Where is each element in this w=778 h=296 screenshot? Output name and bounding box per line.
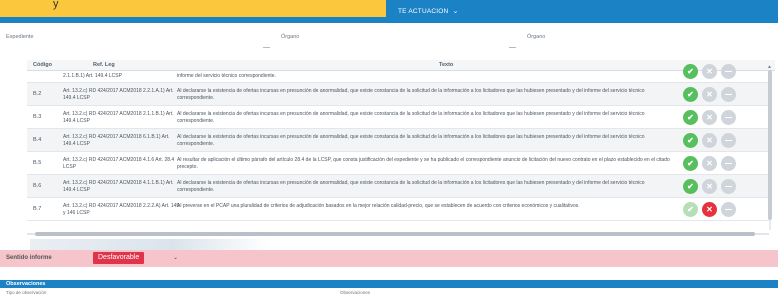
row-code: B.2 <box>33 91 42 97</box>
horizontal-scrollbar[interactable] <box>27 232 769 236</box>
close-icon[interactable]: ✕ <box>702 64 717 79</box>
close-icon[interactable]: ✕ <box>702 156 717 171</box>
row-code: B.4 <box>33 137 42 143</box>
table-header: Código Ref. Leg Texto <box>27 60 775 71</box>
row-ref-leg: Art. 13.2.c) RD 424/2017 ACM2018 4.1.6 A… <box>63 157 175 170</box>
vertical-scrollbar[interactable]: ▲ <box>767 64 773 230</box>
table-row: B.6 Art. 13.2.c) RD 424/2017 ACM2018 4.1.… <box>27 175 769 198</box>
table-row: 2.1.1.B.1) Art. 149.4 LCSP informe del se… <box>27 64 769 83</box>
close-icon[interactable]: ✕ <box>702 87 717 102</box>
row-ref-leg: Art. 13.2.c) RD 424/2017 ACM2018 2.2.1.A… <box>63 88 174 101</box>
row-ref-leg: Art. 13.2.c) RD 424/2017 ACM2018 2.2.2.A… <box>63 203 180 216</box>
requirements-table: Código Ref. Leg Texto 2.1.1.B.1) Art. 14… <box>27 60 775 230</box>
header-codigo: Código <box>33 62 52 68</box>
check-icon[interactable]: ✔ <box>683 179 698 194</box>
sentido-label: Sentido informe <box>6 255 52 261</box>
yellow-overlay-banner: y <box>0 0 386 17</box>
row-ref-leg: Art. 13.2.c) RD 424/2017 ACM2018 4.1.1.B… <box>63 180 174 193</box>
check-icon[interactable]: ✔ <box>683 202 698 217</box>
organo-label-1: Órgano <box>281 34 300 40</box>
row-text: Al declararse la existencia de ofertas i… <box>177 111 645 124</box>
actuacion-label: TE ACTUACION <box>398 7 449 15</box>
row-ref-leg: 2.1.1.B.1) Art. 149.4 LCSP <box>63 73 122 79</box>
check-icon[interactable]: ✔ <box>683 87 698 102</box>
expediente-label: Expediente <box>6 34 34 40</box>
organo-value-2[interactable]: — <box>509 44 516 51</box>
chevron-down-icon: ⌄ <box>452 8 459 15</box>
table-row: B.2 Art. 13.2.c) RD 424/2017 ACM2018 2.2.… <box>27 83 769 106</box>
row-actions: ✔ ✕ <box>683 64 736 79</box>
actuacion-dropdown[interactable]: TE ACTUACION ⌄ <box>398 7 459 16</box>
close-icon[interactable]: ✕ <box>702 110 717 125</box>
observaciones-title: Observaciones <box>6 281 46 287</box>
row-actions: ✔ ✕ <box>683 110 736 125</box>
minus-icon[interactable] <box>721 64 736 79</box>
minus-icon[interactable] <box>721 87 736 102</box>
organo-label-2: Órgano <box>527 34 546 40</box>
row-text: informe del servicio técnico correspondi… <box>177 73 276 79</box>
row-code: B.6 <box>33 183 42 189</box>
minus-icon[interactable] <box>721 202 736 217</box>
row-ref-leg: Art. 13.2.c) RD 424/2017 ACM2018 6.1.B.1… <box>63 134 170 147</box>
minus-icon[interactable] <box>721 156 736 171</box>
row-actions: ✔ ✕ <box>683 202 736 217</box>
check-icon[interactable]: ✔ <box>683 156 698 171</box>
check-icon[interactable]: ✔ <box>683 64 698 79</box>
close-icon[interactable]: ✕ <box>702 202 717 217</box>
row-text: Al declararse la existencia de ofertas i… <box>177 180 645 193</box>
sentido-value-badge[interactable]: Desfavorable <box>93 252 145 264</box>
row-ref-leg: Art. 13.2.c) RD 424/2017 ACM2018 2.1.1.B… <box>63 111 174 124</box>
header-ref-leg: Ref. Leg <box>93 62 115 68</box>
observaciones-header: Observaciones <box>0 280 778 288</box>
row-actions: ✔ ✕ <box>683 179 736 194</box>
observaciones-fields: Tipo de observación Observaciones <box>0 289 778 296</box>
minus-icon[interactable] <box>721 179 736 194</box>
row-code: B.3 <box>33 114 42 120</box>
row-actions: ✔ ✕ <box>683 156 736 171</box>
row-text: Al declararse la existencia de ofertas i… <box>177 88 645 101</box>
row-actions: ✔ ✕ <box>683 133 736 148</box>
table-row: B.3 Art. 13.2.c) RD 424/2017 ACM2018 2.1.… <box>27 106 769 129</box>
chevron-down-icon[interactable]: ⌄ <box>173 254 178 261</box>
header-texto: Texto <box>439 62 454 68</box>
row-actions: ✔ ✕ <box>683 87 736 102</box>
close-icon[interactable]: ✕ <box>702 179 717 194</box>
row-text: Al preverse en el PCAP una pluralidad de… <box>177 203 580 209</box>
minus-icon[interactable] <box>721 133 736 148</box>
observaciones-label: Observaciones <box>340 290 371 295</box>
close-icon[interactable]: ✕ <box>702 133 717 148</box>
sentido-informe-bar: Sentido informe Desfavorable ⌄ <box>0 250 778 267</box>
check-icon[interactable]: ✔ <box>683 133 698 148</box>
row-text: Al resultar de aplicación el último párr… <box>177 157 670 170</box>
tipo-observacion-label: Tipo de observación <box>6 290 47 295</box>
organo-value-1[interactable]: — <box>263 44 270 51</box>
table-row: B.7 Art. 13.2.c) RD 424/2017 ACM2018 2.2.… <box>27 198 769 221</box>
filter-row: Expediente Órgano — Órgano — <box>0 30 778 54</box>
table-row: B.4 Art. 13.2.c) RD 424/2017 ACM2018 6.1.… <box>27 129 769 152</box>
row-code: B.7 <box>33 206 42 212</box>
row-code: B.5 <box>33 160 42 166</box>
check-icon[interactable]: ✔ <box>683 110 698 125</box>
overlay-text: y <box>53 0 59 10</box>
minus-icon[interactable] <box>721 110 736 125</box>
row-text: Al declararse la existencia de ofertas i… <box>177 134 645 147</box>
table-row: B.5 Art. 13.2.c) RD 424/2017 ACM2018 4.1.… <box>27 152 769 175</box>
